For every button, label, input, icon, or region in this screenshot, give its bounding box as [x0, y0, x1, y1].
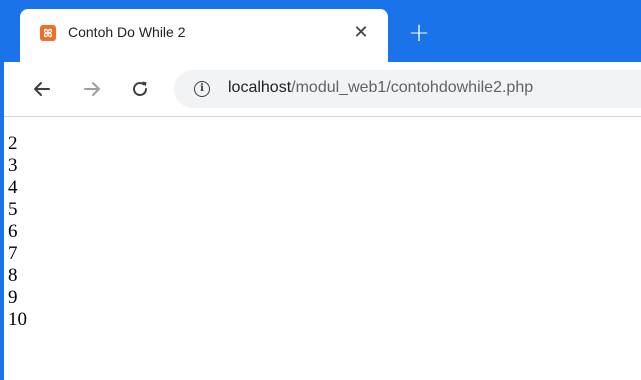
reload-icon[interactable]	[126, 75, 154, 103]
toolbar: i localhost/modul_web1/contohdowhile2.ph…	[4, 62, 641, 117]
window-border	[0, 0, 4, 380]
output-line: 5	[8, 199, 18, 220]
forward-arrow-icon[interactable]	[78, 75, 106, 103]
url-host: localhost	[228, 79, 292, 96]
output-line: 9	[8, 287, 18, 308]
url-path: /modul_web1/contohdowhile2.php	[291, 79, 534, 96]
output-line: 6	[8, 221, 18, 242]
page-content: 2 3 4 5 6 7 8 9 10	[8, 133, 27, 331]
address-bar[interactable]: i localhost/modul_web1/contohdowhile2.ph…	[174, 70, 641, 108]
new-tab-plus-icon[interactable]: +	[406, 18, 432, 48]
tab-title: Contoh Do While 2	[68, 24, 186, 40]
output-line: 10	[8, 309, 27, 330]
tab-strip: ꕤ Contoh Do While 2 ✕ +	[0, 0, 641, 62]
output-line: 4	[8, 177, 18, 198]
output-line: 2	[8, 133, 18, 154]
favicon-glyph: ꕤ	[43, 26, 53, 40]
tab-close-icon[interactable]: ✕	[351, 22, 371, 43]
back-arrow-icon[interactable]	[28, 75, 56, 103]
url-text[interactable]: localhost/modul_web1/contohdowhile2.php	[228, 79, 533, 97]
output-line: 8	[8, 265, 18, 286]
info-icon[interactable]: i	[194, 81, 210, 97]
xampp-favicon-icon: ꕤ	[40, 25, 56, 41]
browser-window: ꕤ Contoh Do While 2 ✕ + i localhost/modu…	[0, 0, 641, 380]
output-line: 7	[8, 243, 18, 264]
tab-active[interactable]: ꕤ Contoh Do While 2 ✕	[20, 9, 388, 62]
output-line: 3	[8, 155, 18, 176]
